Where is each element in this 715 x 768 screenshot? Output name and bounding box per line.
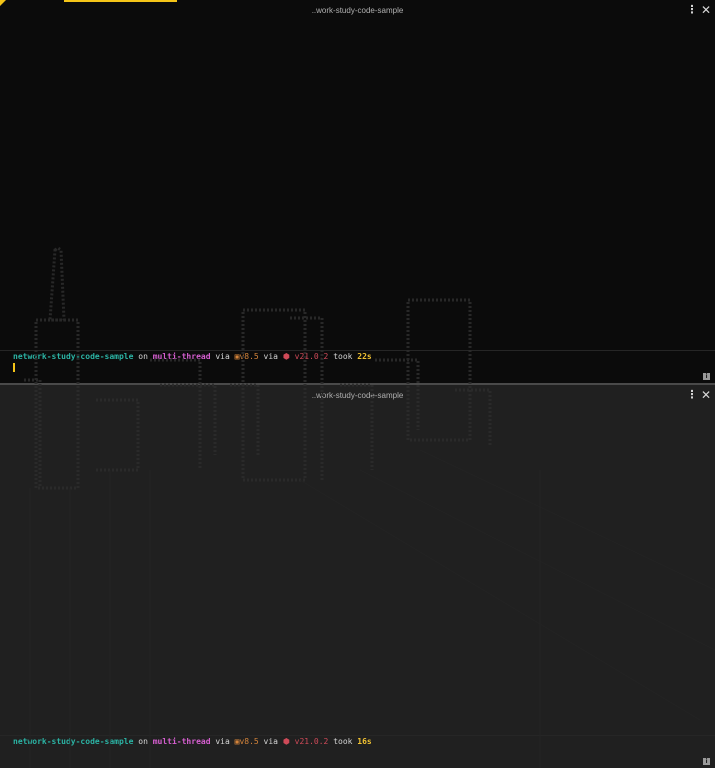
prompt-tool-version: v8.5 [239,352,259,361]
prompt-on-text: on [138,737,148,746]
prompt-directory: network-study-code-sample [13,737,134,746]
prompt-duration: 22s [357,352,372,361]
prompt-branch: multi-thread [152,352,211,361]
pane-title: ..work-study-code-sample [311,391,404,400]
prompt-via-text: via [215,352,230,361]
terminal-pane-top[interactable]: ..work-study-code-sample ⋮ ✕ network-stu… [0,0,715,383]
prompt-via-text: via [215,737,230,746]
prompt-took-text: took [333,352,353,361]
terminal-window: ..work-study-code-sample ⋮ ✕ network-stu… [0,0,715,768]
pane-title: ..work-study-code-sample [311,6,404,15]
terminal-cursor [13,363,15,372]
prompt-on-text: on [138,352,148,361]
prompt-via-text: via [263,352,278,361]
nodejs-icon: ⬢ [282,737,290,746]
shell-prompt: network-study-code-sample on multi-threa… [13,352,372,362]
prompt-tool-version: v8.5 [239,737,259,746]
prompt-duration: 16s [357,737,372,746]
prompt-node-version: v21.0.2 [294,352,329,361]
prompt-took-text: took [333,737,353,746]
prompt-branch: multi-thread [152,737,211,746]
pane-menu-icon[interactable]: ⋮ [685,3,699,17]
pane-close-icon[interactable]: ✕ [699,388,713,402]
pane-info-icon[interactable]: i [703,373,710,380]
terminal-pane-bottom[interactable]: ..work-study-code-sample ⋮ ✕ network-stu… [0,385,715,768]
active-tab-indicator [64,0,177,2]
prompt-node-version: v21.0.2 [294,737,329,746]
pane-close-icon[interactable]: ✕ [699,3,713,17]
prompt-via-text: via [263,737,278,746]
prompt-directory: network-study-code-sample [13,352,134,361]
pane-info-icon[interactable]: i [703,758,710,765]
prompt-divider [0,350,715,351]
shell-prompt: network-study-code-sample on multi-threa… [13,737,372,747]
nodejs-icon: ⬢ [282,352,290,361]
prompt-divider [0,735,715,736]
pane-menu-icon[interactable]: ⋮ [685,388,699,402]
